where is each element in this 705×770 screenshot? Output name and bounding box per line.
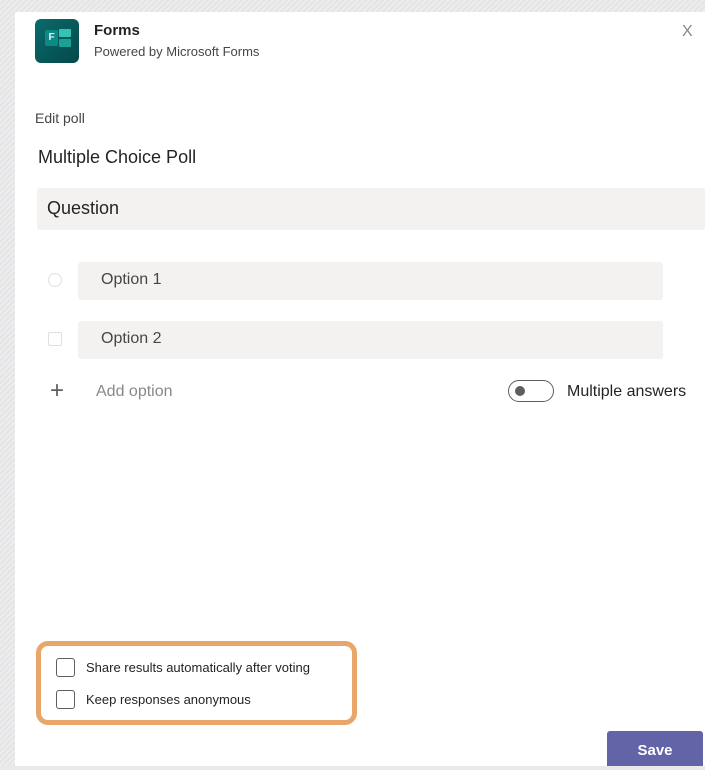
toggle-knob — [515, 386, 525, 396]
share-results-checkbox[interactable] — [56, 658, 75, 677]
app-name: Forms — [94, 22, 140, 39]
option-row-1: Option 1 — [48, 262, 663, 300]
option-radio-icon — [48, 273, 62, 287]
app-header: F Forms Powered by Microsoft Forms — [35, 19, 485, 63]
add-option-label: Add option — [96, 383, 173, 400]
option-1-placeholder: Option 1 — [101, 271, 162, 288]
app-subtitle: Powered by Microsoft Forms — [94, 44, 260, 59]
anonymous-checkbox[interactable] — [56, 690, 75, 709]
option-row-2: Option 2 — [48, 321, 663, 359]
forms-letter-icon: F — [45, 30, 58, 46]
multiple-answers-label: Multiple answers — [567, 383, 687, 400]
anonymous-option[interactable]: Keep responses anonymous — [56, 688, 346, 710]
share-results-option[interactable]: Share results automatically after voting — [56, 656, 346, 678]
question-input[interactable]: Question — [37, 188, 705, 230]
close-icon[interactable]: X — [682, 22, 702, 42]
save-button[interactable]: Save — [607, 731, 703, 766]
toggle-track[interactable] — [508, 380, 554, 402]
option-checkbox-icon — [48, 332, 62, 346]
plus-icon: + — [50, 377, 65, 404]
option-2-placeholder: Option 2 — [101, 330, 162, 347]
multiple-answers-toggle[interactable]: Multiple answers — [508, 377, 698, 407]
section-label: Edit poll — [35, 110, 85, 126]
poll-title[interactable]: Multiple Choice Poll — [38, 147, 196, 168]
settings-highlight: Share results automatically after voting… — [36, 641, 357, 725]
add-option-button[interactable]: + Add option — [47, 377, 217, 407]
question-placeholder: Question — [47, 198, 120, 218]
option-2-input[interactable]: Option 2 — [78, 321, 663, 359]
option-1-input[interactable]: Option 1 — [78, 262, 663, 300]
anonymous-label: Keep responses anonymous — [86, 692, 251, 707]
share-results-label: Share results automatically after voting — [86, 660, 310, 675]
forms-app-icon: F — [35, 19, 79, 63]
